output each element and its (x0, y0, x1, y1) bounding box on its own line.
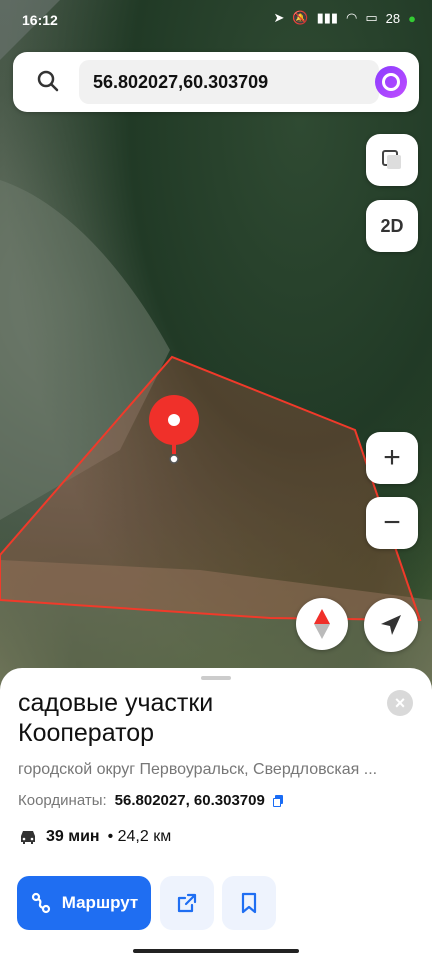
share-button[interactable] (160, 876, 214, 930)
search-query: 56.802027,60.303709 (93, 72, 269, 92)
bookmark-button[interactable] (222, 876, 276, 930)
location-arrow-icon: ➤ (273, 10, 285, 25)
search-icon[interactable] (37, 70, 59, 92)
sheet-grabber[interactable] (201, 676, 231, 680)
mute-icon: 🔕 (292, 10, 309, 25)
navigation-arrow-icon (381, 615, 401, 635)
travel-time: 39 мин (46, 828, 100, 845)
place-title-line2: Кооператор (18, 719, 155, 747)
status-bar: 16:12 ➤ 🔕 ▮▮▮ ◠ ▭ 28 ● (0, 0, 432, 40)
wifi-icon: ◠ (346, 10, 358, 25)
battery-icon: ▭ (365, 10, 378, 25)
signal-icon: ▮▮▮ (316, 10, 339, 25)
coordinates-label: Координаты: (18, 792, 107, 809)
zoom-in-button[interactable]: + (366, 432, 418, 484)
home-indicator[interactable] (133, 949, 299, 953)
battery-percent: 28 (385, 10, 401, 26)
coordinates-row: Координаты: 56.802027, 60.303709 (18, 792, 285, 809)
share-icon (177, 893, 197, 913)
2d-mode-label: 2D (380, 215, 404, 236)
place-card: садовые участки Кооператор × городской о… (0, 668, 432, 960)
zoom-out-button[interactable]: − (366, 497, 418, 549)
charging-dot-icon: ● (408, 10, 416, 26)
my-location-button[interactable] (364, 598, 418, 652)
route-icon (31, 892, 50, 914)
travel-info: 39 мин • 24,2 км (18, 828, 171, 846)
route-label: Маршрут (61, 893, 139, 912)
close-button[interactable]: × (387, 690, 413, 716)
place-title-line1: садовые участки (18, 689, 214, 717)
layers-button[interactable] (366, 134, 418, 186)
copy-icon[interactable] (272, 794, 285, 807)
layers-icon (382, 150, 401, 169)
compass-icon (314, 609, 330, 639)
plus-icon: + (383, 441, 401, 474)
search-input[interactable]: 56.802027,60.303709 (79, 60, 379, 104)
status-time: 16:12 (22, 12, 58, 28)
2d-mode-button[interactable]: 2D (366, 200, 418, 252)
travel-distance: • 24,2 км (107, 828, 172, 845)
car-icon (21, 831, 35, 844)
close-icon: × (394, 692, 406, 713)
compass-button[interactable] (296, 598, 348, 650)
place-address: городской округ Первоуральск, Свердловск… (18, 761, 378, 778)
coordinates-value[interactable]: 56.802027, 60.303709 (115, 792, 265, 809)
search-bar[interactable]: 56.802027,60.303709 (13, 52, 419, 112)
status-icons: ➤ 🔕 ▮▮▮ ◠ ▭ 28 ● (273, 10, 416, 26)
alice-assistant-icon[interactable] (375, 66, 407, 98)
place-title: садовые участки Кооператор (18, 688, 378, 748)
minus-icon: − (383, 506, 401, 539)
route-button[interactable]: Маршрут (17, 876, 151, 930)
bookmark-icon (241, 892, 257, 914)
